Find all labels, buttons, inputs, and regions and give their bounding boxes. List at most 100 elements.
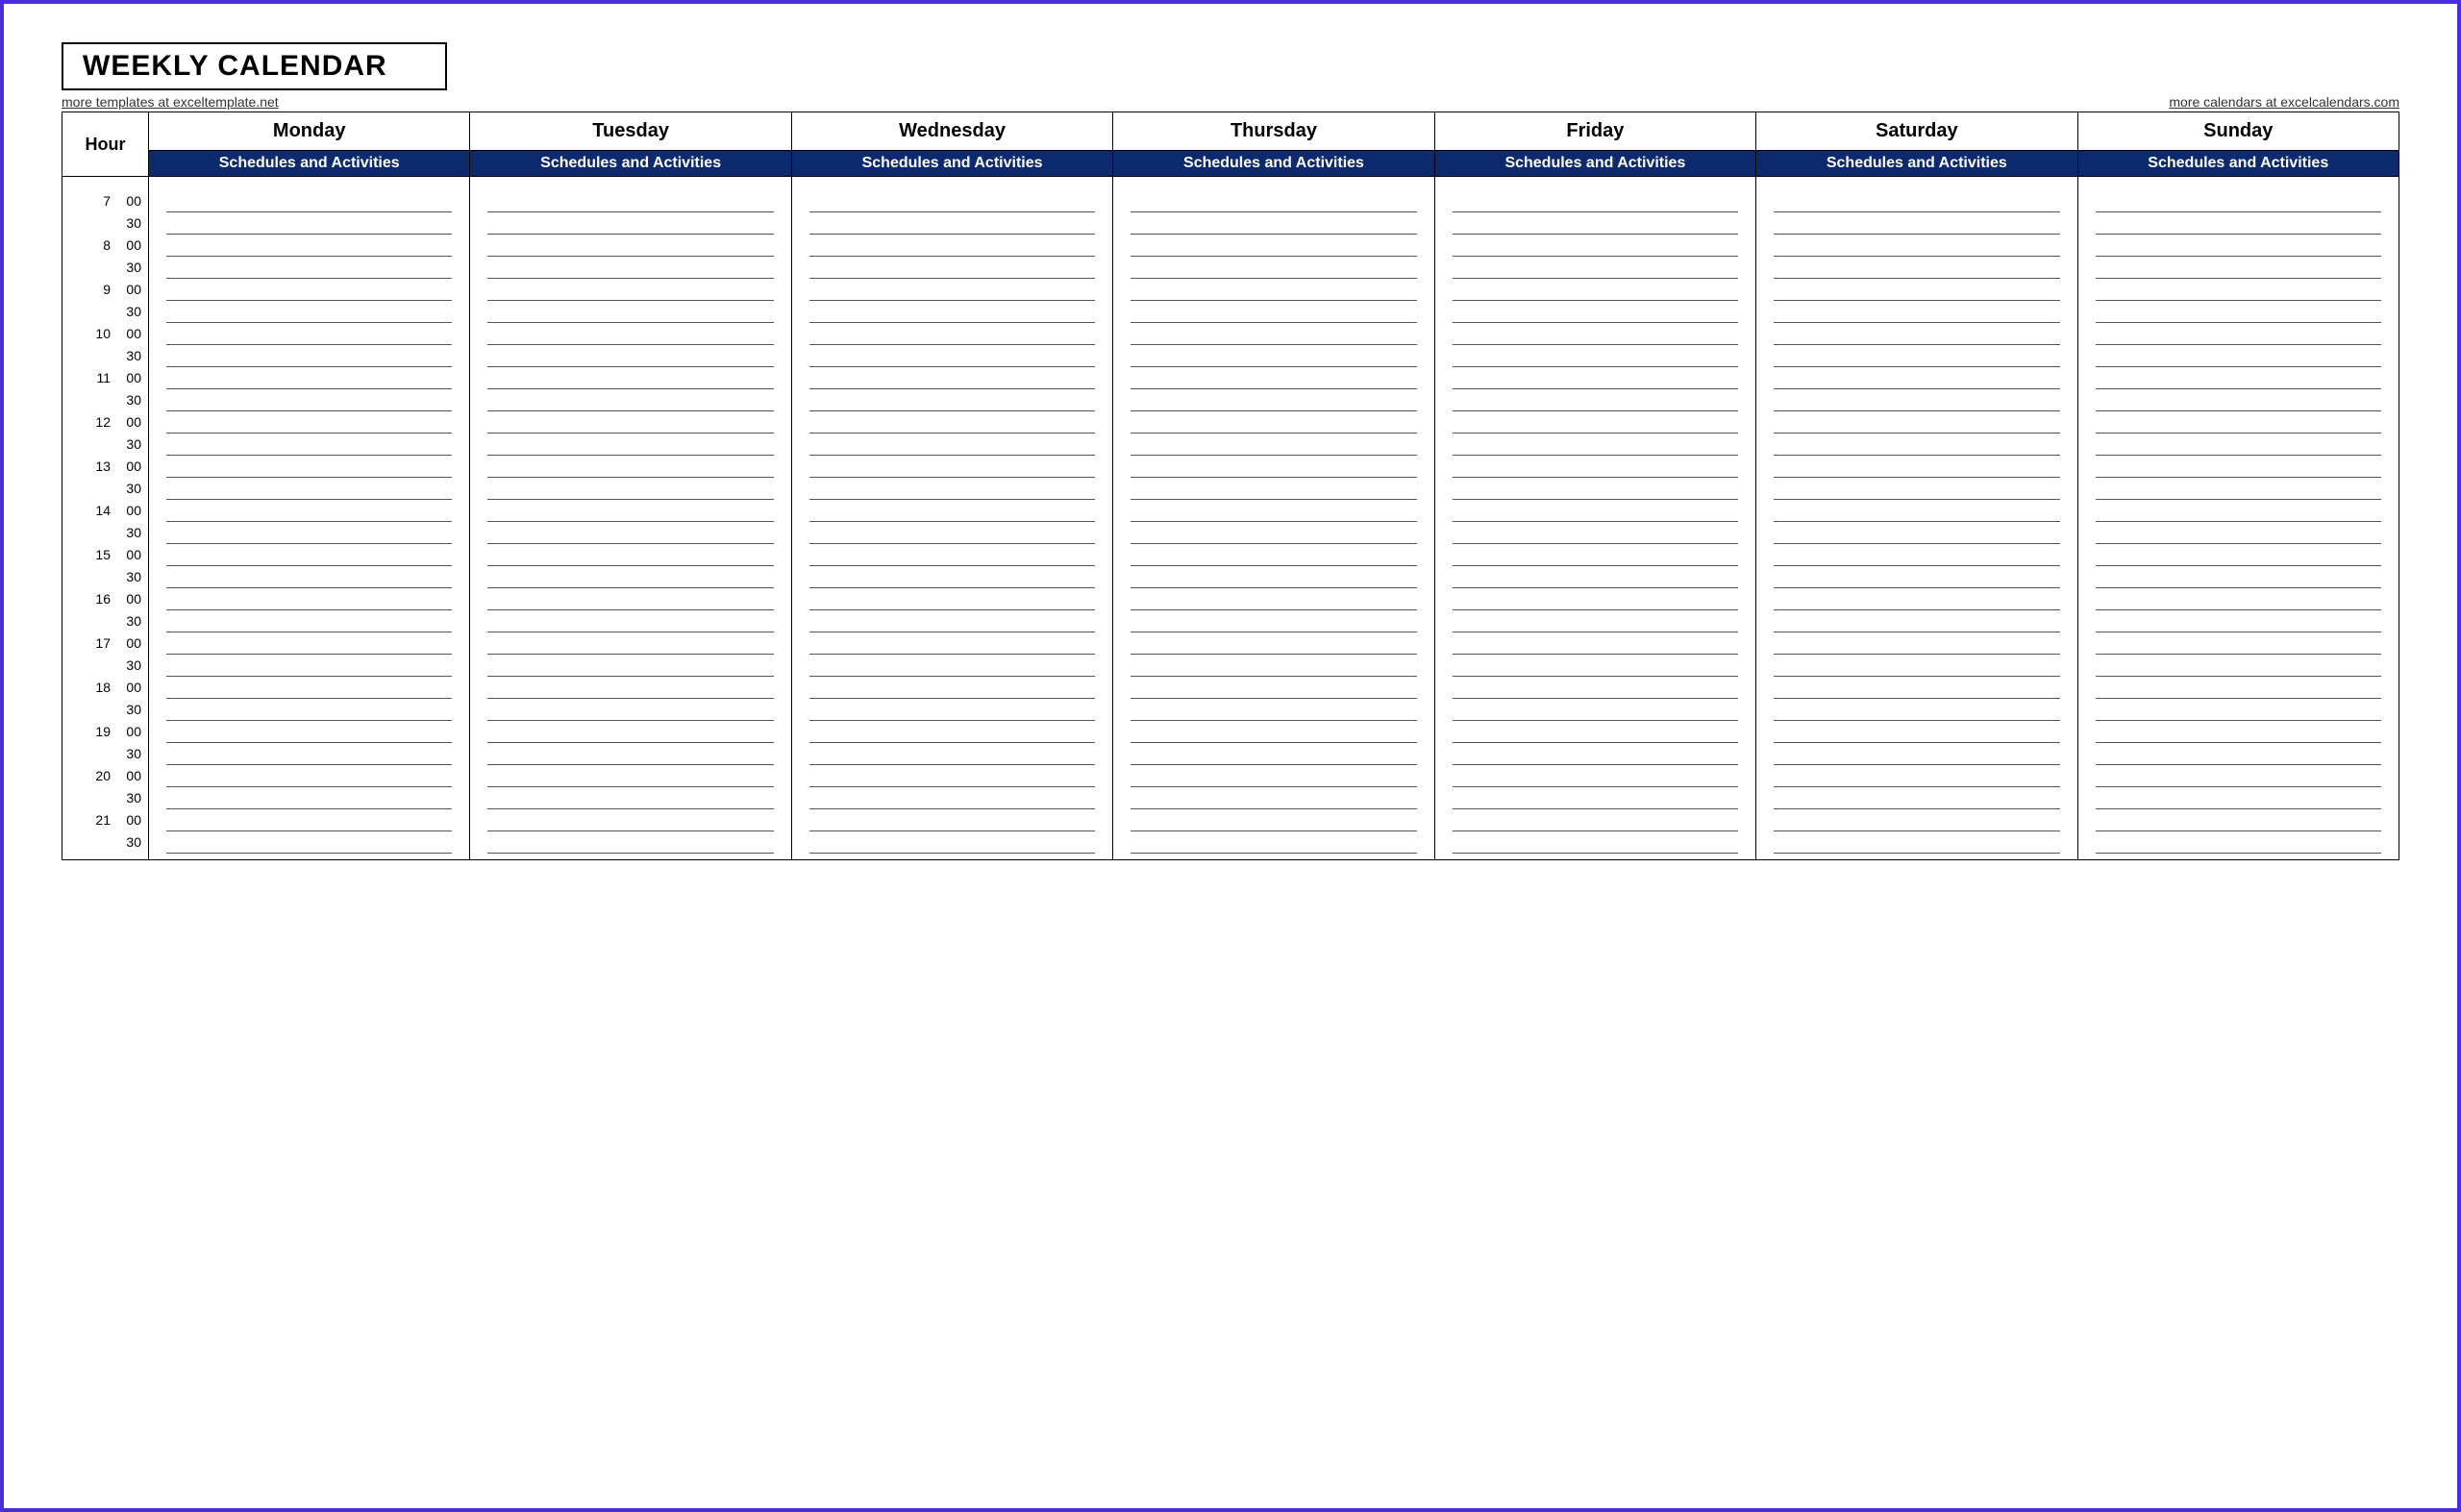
schedule-slot[interactable] (1131, 743, 1416, 765)
schedule-slot[interactable] (2096, 456, 2381, 478)
schedule-slot[interactable] (2096, 190, 2381, 212)
schedule-slot[interactable] (1453, 500, 1738, 522)
schedule-slot[interactable] (2096, 434, 2381, 456)
schedule-slot[interactable] (487, 367, 773, 389)
link-right[interactable]: more calendars at excelcalendars.com (2169, 94, 2399, 110)
schedule-slot[interactable] (1131, 301, 1416, 323)
schedule-slot[interactable] (1453, 588, 1738, 610)
schedule-slot[interactable] (2096, 721, 2381, 743)
schedule-slot[interactable] (1453, 367, 1738, 389)
schedule-slot[interactable] (1453, 610, 1738, 632)
schedule-slot[interactable] (487, 500, 773, 522)
schedule-slot[interactable] (809, 721, 1095, 743)
schedule-slot[interactable] (2096, 743, 2381, 765)
schedule-slot[interactable] (1453, 721, 1738, 743)
schedule-slot[interactable] (809, 566, 1095, 588)
schedule-slot[interactable] (809, 389, 1095, 411)
schedule-slot[interactable] (809, 522, 1095, 544)
schedule-slot[interactable] (2096, 345, 2381, 367)
schedule-slot[interactable] (1131, 699, 1416, 721)
schedule-slot[interactable] (2096, 522, 2381, 544)
schedule-slot[interactable] (487, 831, 773, 854)
schedule-slot[interactable] (809, 235, 1095, 257)
schedule-slot[interactable] (809, 787, 1095, 809)
schedule-slot[interactable] (1131, 345, 1416, 367)
schedule-slot[interactable] (1131, 632, 1416, 655)
schedule-slot[interactable] (1131, 411, 1416, 434)
schedule-slot[interactable] (809, 345, 1095, 367)
schedule-slot[interactable] (1774, 699, 2059, 721)
schedule-slot[interactable] (1774, 389, 2059, 411)
schedule-slot[interactable] (166, 721, 452, 743)
schedule-slot[interactable] (487, 389, 773, 411)
schedule-slot[interactable] (166, 677, 452, 699)
schedule-slot[interactable] (1774, 456, 2059, 478)
schedule-slot[interactable] (1774, 500, 2059, 522)
schedule-slot[interactable] (166, 765, 452, 787)
schedule-slot[interactable] (166, 323, 452, 345)
schedule-slot[interactable] (2096, 235, 2381, 257)
schedule-slot[interactable] (1774, 190, 2059, 212)
schedule-slot[interactable] (487, 544, 773, 566)
schedule-slot[interactable] (1774, 544, 2059, 566)
schedule-slot[interactable] (809, 699, 1095, 721)
schedule-slot[interactable] (1131, 235, 1416, 257)
schedule-slot[interactable] (1131, 478, 1416, 500)
schedule-slot[interactable] (2096, 588, 2381, 610)
schedule-slot[interactable] (1774, 279, 2059, 301)
schedule-slot[interactable] (809, 655, 1095, 677)
schedule-slot[interactable] (809, 190, 1095, 212)
schedule-slot[interactable] (1453, 522, 1738, 544)
schedule-slot[interactable] (809, 279, 1095, 301)
schedule-slot[interactable] (809, 743, 1095, 765)
schedule-slot[interactable] (1774, 522, 2059, 544)
schedule-slot[interactable] (1774, 677, 2059, 699)
schedule-slot[interactable] (1131, 831, 1416, 854)
schedule-slot[interactable] (487, 478, 773, 500)
link-left[interactable]: more templates at exceltemplate.net (62, 94, 279, 110)
schedule-slot[interactable] (1774, 301, 2059, 323)
schedule-slot[interactable] (1131, 566, 1416, 588)
schedule-slot[interactable] (1131, 434, 1416, 456)
schedule-slot[interactable] (809, 411, 1095, 434)
schedule-slot[interactable] (1131, 279, 1416, 301)
schedule-slot[interactable] (1774, 566, 2059, 588)
schedule-slot[interactable] (1453, 235, 1738, 257)
schedule-slot[interactable] (1774, 345, 2059, 367)
schedule-slot[interactable] (809, 544, 1095, 566)
schedule-slot[interactable] (1131, 212, 1416, 235)
schedule-slot[interactable] (166, 699, 452, 721)
schedule-slot[interactable] (1131, 765, 1416, 787)
schedule-slot[interactable] (166, 367, 452, 389)
schedule-slot[interactable] (2096, 544, 2381, 566)
schedule-slot[interactable] (487, 743, 773, 765)
schedule-slot[interactable] (2096, 610, 2381, 632)
schedule-slot[interactable] (1131, 500, 1416, 522)
schedule-slot[interactable] (1774, 632, 2059, 655)
schedule-slot[interactable] (487, 699, 773, 721)
schedule-slot[interactable] (166, 190, 452, 212)
schedule-slot[interactable] (166, 787, 452, 809)
schedule-slot[interactable] (166, 522, 452, 544)
schedule-slot[interactable] (166, 743, 452, 765)
schedule-slot[interactable] (166, 478, 452, 500)
schedule-slot[interactable] (2096, 257, 2381, 279)
schedule-slot[interactable] (2096, 787, 2381, 809)
schedule-slot[interactable] (2096, 323, 2381, 345)
schedule-slot[interactable] (166, 544, 452, 566)
schedule-slot[interactable] (2096, 411, 2381, 434)
schedule-slot[interactable] (487, 655, 773, 677)
schedule-slot[interactable] (1774, 235, 2059, 257)
schedule-slot[interactable] (2096, 367, 2381, 389)
schedule-slot[interactable] (1453, 699, 1738, 721)
schedule-slot[interactable] (166, 257, 452, 279)
schedule-slot[interactable] (1774, 323, 2059, 345)
schedule-slot[interactable] (166, 566, 452, 588)
schedule-slot[interactable] (166, 500, 452, 522)
schedule-slot[interactable] (809, 367, 1095, 389)
schedule-slot[interactable] (487, 765, 773, 787)
schedule-slot[interactable] (1453, 478, 1738, 500)
schedule-slot[interactable] (1453, 279, 1738, 301)
schedule-slot[interactable] (1131, 544, 1416, 566)
schedule-slot[interactable] (1774, 367, 2059, 389)
